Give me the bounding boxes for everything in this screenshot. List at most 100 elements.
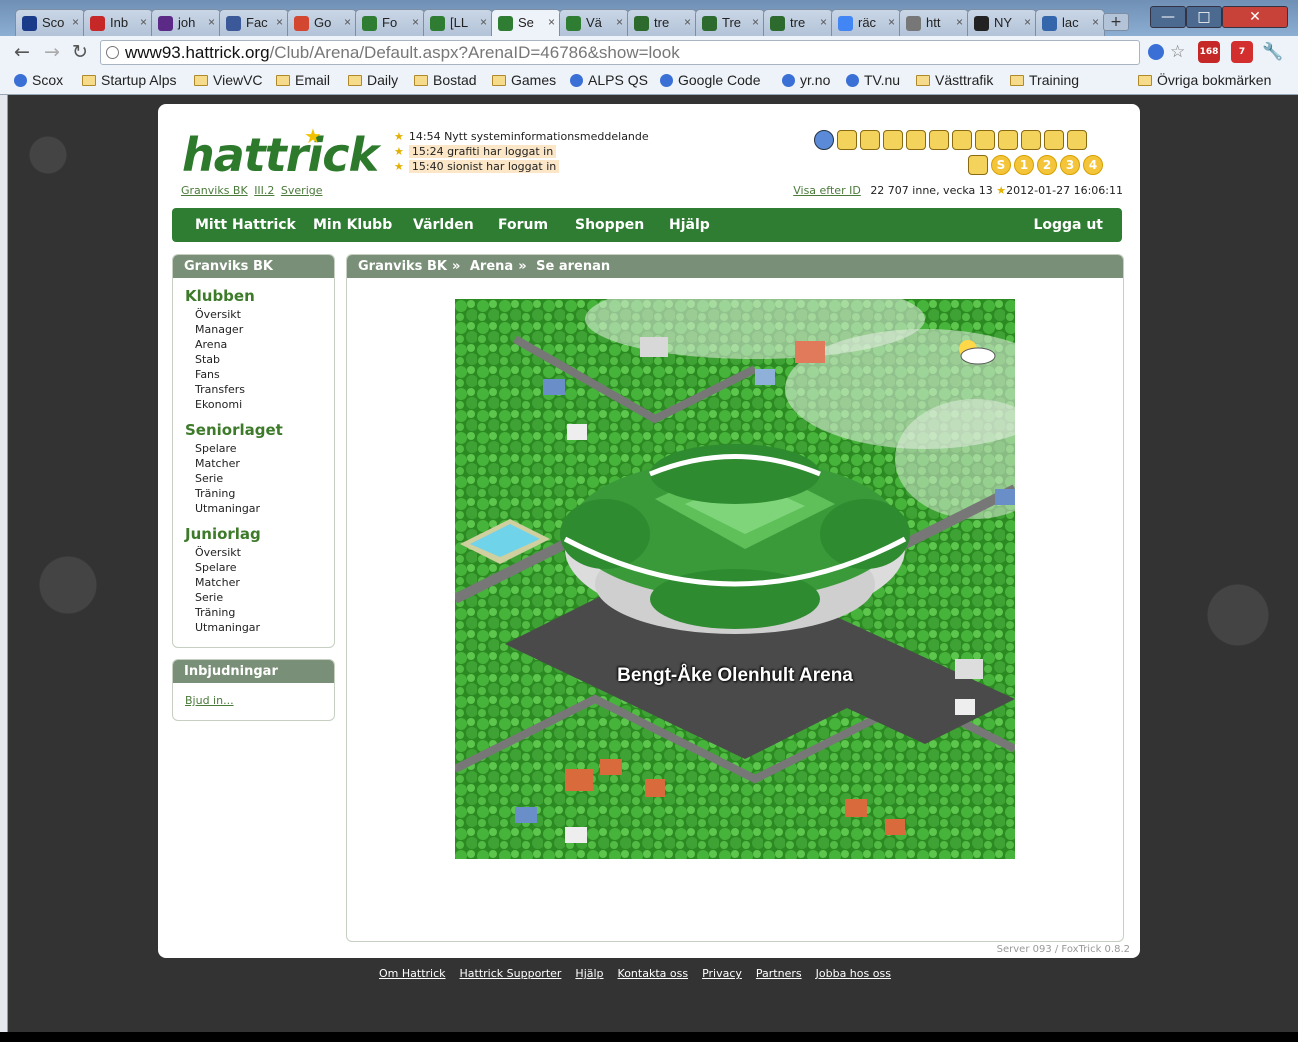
sidebar-link[interactable]: Matcher [173,456,334,471]
sidebar-link[interactable]: Träning [173,486,334,501]
bookmark-item[interactable]: Startup Alps [82,72,177,88]
sidebar-link[interactable]: Spelare [173,560,334,575]
close-tab-icon[interactable]: × [344,15,351,29]
notes-icon[interactable] [929,130,949,150]
sidebar-section-title[interactable]: Juniorlag [185,525,334,543]
translate-icon[interactable] [1148,44,1164,60]
browser-tab[interactable]: räc × [831,9,901,36]
close-tab-icon[interactable]: × [888,15,895,29]
maximize-button[interactable]: □ [1186,6,1222,28]
g-icon[interactable] [1044,130,1064,150]
sidebar-link[interactable]: Ekonomi [173,397,334,412]
sidebar-link[interactable]: Stab [173,352,334,367]
league-link[interactable]: III.2 [254,184,274,197]
close-tab-icon[interactable]: × [140,15,147,29]
nav-mitt-hattrick[interactable]: Mitt Hattrick [195,217,296,233]
bookmark-item[interactable]: Scox [14,72,63,88]
close-tab-icon[interactable]: × [956,15,963,29]
close-tab-icon[interactable]: × [820,15,827,29]
close-tab-icon[interactable]: × [480,15,487,29]
browser-tab[interactable]: joh × [151,9,221,36]
sidebar-link[interactable]: Serie [173,471,334,486]
close-tab-icon[interactable]: × [412,15,419,29]
footer-link[interactable]: Hjälp [575,967,603,980]
tools-icon[interactable] [1067,130,1087,150]
shortcut-1-icon[interactable]: 1 [1014,155,1034,175]
bookmark-star-icon[interactable]: ☆ [1170,42,1185,62]
browser-tab[interactable]: Inb × [83,9,153,36]
sidebar-link[interactable]: Manager [173,322,334,337]
footer-link[interactable]: Jobba hos oss [816,967,891,980]
breadcrumb-arena[interactable]: Arena [470,259,513,274]
bookmark-item[interactable]: TV.nu [846,72,900,88]
browser-tab[interactable]: Go × [287,9,357,36]
nav-varlden[interactable]: Världen [413,217,474,233]
shortcut-4-icon[interactable]: 4 [1083,155,1103,175]
mail-icon[interactable] [906,130,926,150]
shortcut-2-icon[interactable]: 2 [1037,155,1057,175]
close-tab-icon[interactable]: × [752,15,759,29]
news-item[interactable]: ★ 15:24 grafiti har loggat in [394,144,649,159]
sidebar-link[interactable]: Träning [173,605,334,620]
footer-link[interactable]: Hattrick Supporter [460,967,562,980]
news-item[interactable]: ★ 15:40 sionist har loggat in [394,159,649,174]
footer-link[interactable]: Partners [756,967,802,980]
hattrick-logo[interactable]: hattrick [182,128,379,182]
sidebar-link[interactable]: Översikt [173,545,334,560]
nav-min-klubb[interactable]: Min Klubb [313,217,392,233]
browser-tab[interactable]: [LL × [423,9,493,36]
gmail-extension-icon[interactable]: 7 [1231,41,1253,63]
browser-tab[interactable]: Tre × [695,9,765,36]
footer-link[interactable]: Om Hattrick [379,967,446,980]
star-box-icon[interactable] [860,130,880,150]
close-tab-icon[interactable]: × [208,15,215,29]
close-tab-icon[interactable]: × [684,15,691,29]
sidebar-section-title[interactable]: Seniorlaget [185,421,334,439]
bookmark-item[interactable]: Google Code [660,72,761,88]
address-bar[interactable]: www93.hattrick.org/Club/Arena/Default.as… [100,40,1140,65]
other-bookmarks[interactable]: Övriga bokmärken [1138,72,1271,88]
nav-forum[interactable]: Forum [498,217,548,233]
country-link[interactable]: Sverige [281,184,323,197]
breadcrumb-club[interactable]: Granviks BK [358,259,447,274]
shortcut-3-icon[interactable]: 3 [1060,155,1080,175]
sidebar-link[interactable]: Arena [173,337,334,352]
magnifier-icon[interactable] [975,130,995,150]
sidebar-link[interactable]: Utmaningar [173,620,334,635]
sidebar-link[interactable]: Fans [173,367,334,382]
sidebar-link[interactable]: Översikt [173,307,334,322]
sidebar-section-title[interactable]: Klubben [185,287,334,305]
browser-tab[interactable]: tre × [763,9,833,36]
logout-button[interactable]: Logga ut [1033,217,1103,233]
bookmark-item[interactable]: Email [276,72,330,88]
minimize-button[interactable]: — [1150,6,1186,28]
bulb-icon[interactable] [883,130,903,150]
trophy-icon[interactable] [968,155,988,175]
invite-link[interactable]: Bjud in... [185,694,334,707]
browser-tab[interactable]: tre × [627,9,697,36]
browser-tab[interactable]: Vä × [559,9,629,36]
close-tab-icon[interactable]: × [276,15,283,29]
browser-tab[interactable]: Se × [491,9,561,37]
footer-link[interactable]: Kontakta oss [618,967,689,980]
sidebar-link[interactable]: Transfers [173,382,334,397]
shortcut-0-icon[interactable]: S [991,155,1011,175]
rss-extension-icon[interactable]: 168 [1198,41,1220,63]
view-by-id-link[interactable]: Visa efter ID [793,184,861,197]
bookmark-item[interactable]: Games [492,72,556,88]
close-window-button[interactable]: ✕ [1222,6,1288,28]
browser-tab[interactable]: Fo × [355,9,425,36]
sidebar-link[interactable]: Matcher [173,575,334,590]
back-icon[interactable]: ← [14,41,30,63]
browser-tab[interactable]: htt × [899,9,969,36]
new-tab-button[interactable]: + [1103,13,1129,31]
bookmark-item[interactable]: ViewVC [194,72,263,88]
forward-icon[interactable]: → [44,41,60,63]
chpp-icon[interactable] [837,130,857,150]
footer-link[interactable]: Privacy [702,967,742,980]
bookmark-item[interactable]: Daily [348,72,398,88]
bookmark-item[interactable]: Västtrafik [916,72,993,88]
close-tab-icon[interactable]: × [548,15,555,29]
browser-tab[interactable]: NY × [967,9,1037,36]
close-tab-icon[interactable]: × [72,15,79,29]
